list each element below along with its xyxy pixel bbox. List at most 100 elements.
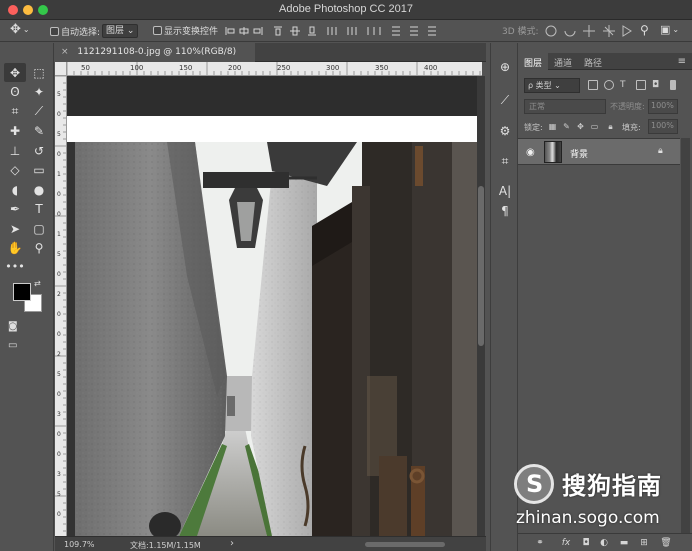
photoshop-window: Adobe Photoshop CC 2017 ✥ ⌄ 自动选择: 图层 ⌄ 显示… <box>0 0 692 551</box>
lock-position-icon[interactable]: ✥ <box>576 122 585 131</box>
dodge-tool[interactable]: ● <box>28 180 50 199</box>
show-transform-group: 显示变换控件 <box>153 24 218 37</box>
ruler-label: 0 <box>57 391 61 398</box>
auto-select-dropdown[interactable]: 图层 ⌄ <box>102 24 139 38</box>
fill-field[interactable]: 100% <box>648 119 678 134</box>
path-selection-tool[interactable]: ➤ <box>4 219 26 238</box>
window-title: Adobe Photoshop CC 2017 <box>279 3 413 15</box>
gradient-tool[interactable]: ▭ <box>28 161 50 180</box>
show-transform-checkbox[interactable] <box>153 26 162 35</box>
crop-panel-icon[interactable]: ⌗ <box>494 151 516 171</box>
lock-transparent-icon[interactable]: ▦ <box>548 122 557 131</box>
ruler-label: 0 <box>57 451 61 458</box>
auto-select-checkbox[interactable] <box>50 26 59 36</box>
swap-colors-icon[interactable]: ⇄ <box>34 279 41 288</box>
zoom-tool[interactable]: ⚲ <box>28 239 50 258</box>
filter-smart-icon[interactable]: ◘ <box>652 80 662 90</box>
vertical-scroll-thumb[interactable] <box>478 186 484 346</box>
lock-all-icon[interactable]: 🔒︎ <box>606 122 615 131</box>
layer-name: 背景 <box>570 150 589 160</box>
auto-select-value: 图层 <box>106 26 125 36</box>
healing-brush-tool[interactable]: ✚ <box>4 122 26 141</box>
layer-style-icon[interactable]: fx <box>560 537 572 549</box>
magic-wand-tool[interactable]: ✦ <box>28 83 50 102</box>
document-canvas[interactable] <box>67 76 477 536</box>
eyedropper-tool[interactable]: ⟋ <box>28 102 50 121</box>
watermark-url: zhinan.sogo.com <box>516 508 660 528</box>
ruler-label: 200 <box>228 64 241 72</box>
panel-menu-icon[interactable]: ≡ <box>678 56 686 67</box>
delete-layer-icon[interactable]: 🗑︎ <box>660 537 672 549</box>
vertical-ruler[interactable]: 5 0 5 0 1 0 0 1 5 0 2 0 0 2 5 0 3 0 0 3 5 0 <box>55 76 67 536</box>
layer-row[interactable]: ◉ 背景 🔒︎ <box>518 138 680 165</box>
blend-mode-dropdown[interactable]: 正常 <box>524 99 606 114</box>
horizontal-ruler[interactable]: 50 100 150 200 250 300 350 400 <box>67 62 482 76</box>
new-group-icon[interactable]: ▬ <box>618 537 630 549</box>
edit-toolbar-icon[interactable]: ••• <box>4 257 26 276</box>
foreground-color-swatch[interactable] <box>13 283 31 301</box>
adjustment-layer-icon[interactable]: ◐ <box>598 537 610 549</box>
hand-tool[interactable]: ✋ <box>4 239 26 258</box>
filter-adjustment-icon[interactable] <box>604 80 614 90</box>
ruler-label: 0 <box>57 111 61 118</box>
ruler-label: 0 <box>57 311 61 318</box>
clone-stamp-tool[interactable]: ⊥ <box>4 141 26 160</box>
workspace-icon[interactable]: ▣ ⌄ <box>660 23 679 36</box>
watermark-brand: 搜狗指南 <box>562 472 662 500</box>
opacity-field[interactable]: 100% <box>648 99 678 114</box>
filter-type-icon[interactable]: T <box>620 80 630 90</box>
character-icon[interactable]: A| <box>494 181 516 201</box>
history-icon[interactable]: ⚙ <box>494 121 516 141</box>
tab-layers[interactable]: 图层 <box>518 53 549 70</box>
3d-mode-label: 3D 模式: <box>502 27 539 37</box>
marquee-tool[interactable]: ⬚ <box>28 63 50 82</box>
title-bar: Adobe Photoshop CC 2017 <box>0 0 692 20</box>
pen-tool[interactable]: ✒ <box>4 200 26 219</box>
align-distribute-icons[interactable] <box>224 25 484 37</box>
ruler-label: 2 <box>57 291 61 298</box>
move-tool-preset-icon[interactable]: ✥ ⌄ <box>10 22 30 37</box>
lasso-tool[interactable]: ʘ <box>4 83 26 102</box>
ruler-label: 0 <box>57 271 61 278</box>
horizontal-scroll-thumb[interactable] <box>365 542 445 547</box>
canvas-vertical-scrollbar[interactable] <box>477 76 485 536</box>
brush-tool[interactable]: ✎ <box>28 122 50 141</box>
document-tab[interactable]: × 1121291108-0.jpg @ 110%(RGB/8) <box>55 43 255 62</box>
paragraph-icon[interactable]: ¶ <box>494 201 516 221</box>
crop-tool[interactable]: ⌗ <box>4 102 26 121</box>
screen-mode-icon[interactable]: ▭ <box>8 340 17 351</box>
tab-paths[interactable]: 路径 <box>578 53 608 70</box>
logo-letter: S <box>526 470 544 498</box>
close-tab-icon[interactable]: × <box>61 47 69 57</box>
document-tab-bar: × 1121291108-0.jpg @ 110%(RGB/8) <box>55 43 486 62</box>
filter-pixel-icon[interactable] <box>588 80 598 90</box>
eye-icon[interactable]: ◉ <box>526 147 535 158</box>
lock-pixels-icon[interactable]: ✎ <box>562 122 571 131</box>
curves-icon[interactable]: ⟋ <box>494 90 516 110</box>
ruler-label: 150 <box>179 64 192 72</box>
link-layers-icon[interactable]: ⚭ <box>534 537 546 549</box>
libraries-icon[interactable]: ⊕ <box>494 57 516 77</box>
ruler-label: 100 <box>130 64 143 72</box>
panel-tab-bar: 图层 通道 路径 ≡ <box>518 53 692 70</box>
type-tool[interactable]: T <box>28 200 50 219</box>
layer-filter-dropdown[interactable]: ρ 类型 ⌄ <box>524 78 580 93</box>
quick-mask-icon[interactable]: ◙ <box>8 321 18 332</box>
status-menu-arrow[interactable]: › <box>230 538 234 549</box>
layer-mask-icon[interactable]: ◘ <box>580 537 592 549</box>
new-layer-icon[interactable]: ⊞ <box>638 537 650 549</box>
eraser-tool[interactable]: ◇ <box>4 161 26 180</box>
filter-shape-icon[interactable] <box>636 80 646 90</box>
move-tool[interactable]: ✥ <box>4 63 26 82</box>
ruler-label: 400 <box>424 64 437 72</box>
zoom-level[interactable]: 109.7% <box>64 540 95 549</box>
search-icon[interactable]: ⚲ <box>640 23 649 37</box>
ruler-label: 50 <box>81 64 90 72</box>
lock-artboard-icon[interactable]: ▭ <box>590 122 599 131</box>
shape-tool[interactable]: ▢ <box>28 219 50 238</box>
blur-tool[interactable]: ◖ <box>4 180 26 199</box>
tab-channels[interactable]: 通道 <box>548 53 578 70</box>
3d-mode-icons[interactable] <box>543 23 638 39</box>
filter-toggle-icon[interactable] <box>670 80 676 90</box>
history-brush-tool[interactable]: ↺ <box>28 141 50 160</box>
